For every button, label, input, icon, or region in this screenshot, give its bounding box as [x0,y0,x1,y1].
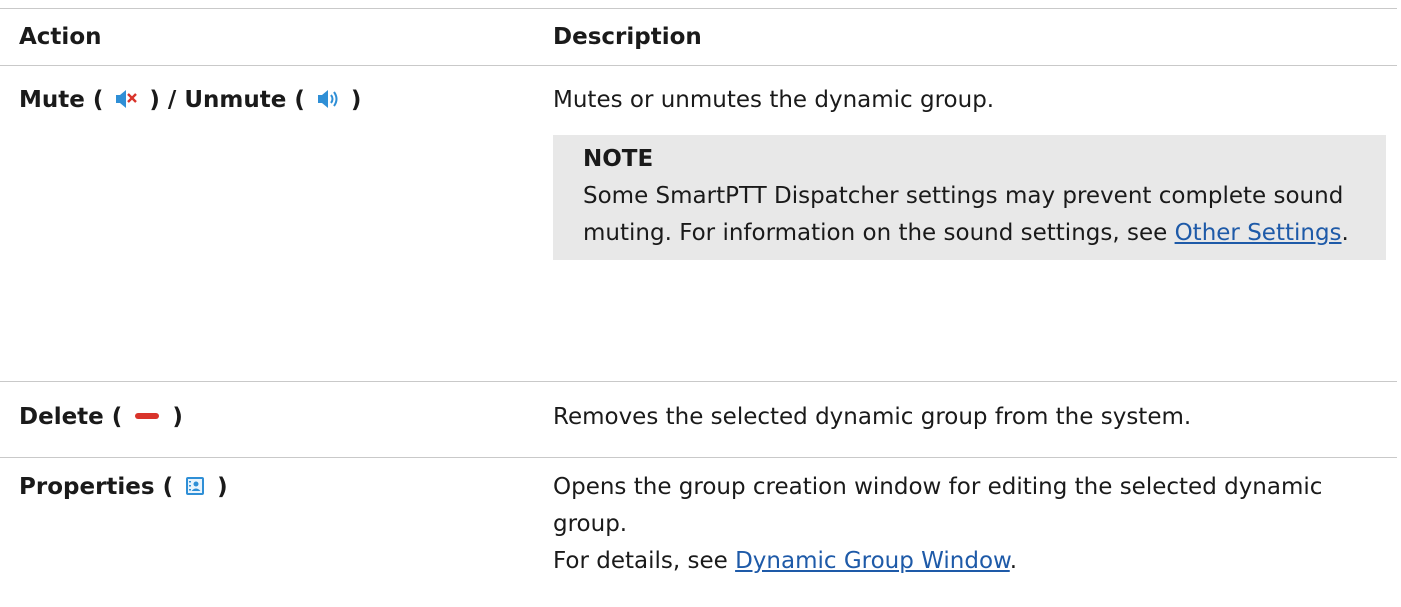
action-label: ) [350,87,362,113]
table-row-delete: Delete ( ) Removes the selected dynamic … [0,381,1397,457]
description-cell-mute: Mutes or unmutes the dynamic group. NOTE… [553,82,1397,381]
dynamic-group-window-link[interactable]: Dynamic Group Window [735,548,1010,574]
properties-card-icon [185,471,205,508]
details-tail: . [1009,548,1018,574]
other-settings-link[interactable]: Other Settings [1175,220,1342,246]
note-body: Some SmartPTT Dispatcher settings may pr… [583,178,1386,252]
action-label: ) [172,404,183,430]
action-label: Properties ( [19,474,174,500]
action-cell-mute: Mute ( ) / Unmute ( ) [0,82,553,381]
details-prefix: For details, see [553,548,736,574]
description-details: For details, see Dynamic Group Window. [553,543,1386,580]
action-label: Mute ( [19,87,104,113]
note-title: NOTE [583,146,654,172]
speaker-muted-icon [115,84,138,121]
table-header-row: Action Description [0,8,1397,65]
note-box: NOTE Some SmartPTT Dispatcher settings m… [553,135,1386,260]
action-label: ) [217,474,228,500]
action-label: Delete ( [19,404,123,430]
description-text: Mutes or unmutes the dynamic group. [553,87,995,113]
description-cell-properties: Opens the group creation window for edit… [553,469,1397,607]
speaker-icon [317,84,339,121]
description-text: Removes the selected dynamic group from … [553,404,1192,430]
action-cell-properties: Properties ( ) [0,469,553,607]
header-action: Action [19,24,102,50]
delete-minus-icon [134,401,160,438]
description-cell-delete: Removes the selected dynamic group from … [553,399,1397,457]
action-cell-delete: Delete ( ) [0,399,553,457]
table-row-properties: Properties ( ) Opens the group creation … [0,457,1397,607]
action-label: ) / Unmute ( [149,87,305,113]
actions-table: Action Description Mute ( ) / Unmute ()… [0,8,1397,607]
table-row-mute: Mute ( ) / Unmute ( ) Mutes or unmutes t… [0,65,1397,381]
note-tail: . [1341,220,1349,246]
description-text: Opens the group creation window for edit… [553,474,1323,537]
header-description: Description [553,24,702,50]
